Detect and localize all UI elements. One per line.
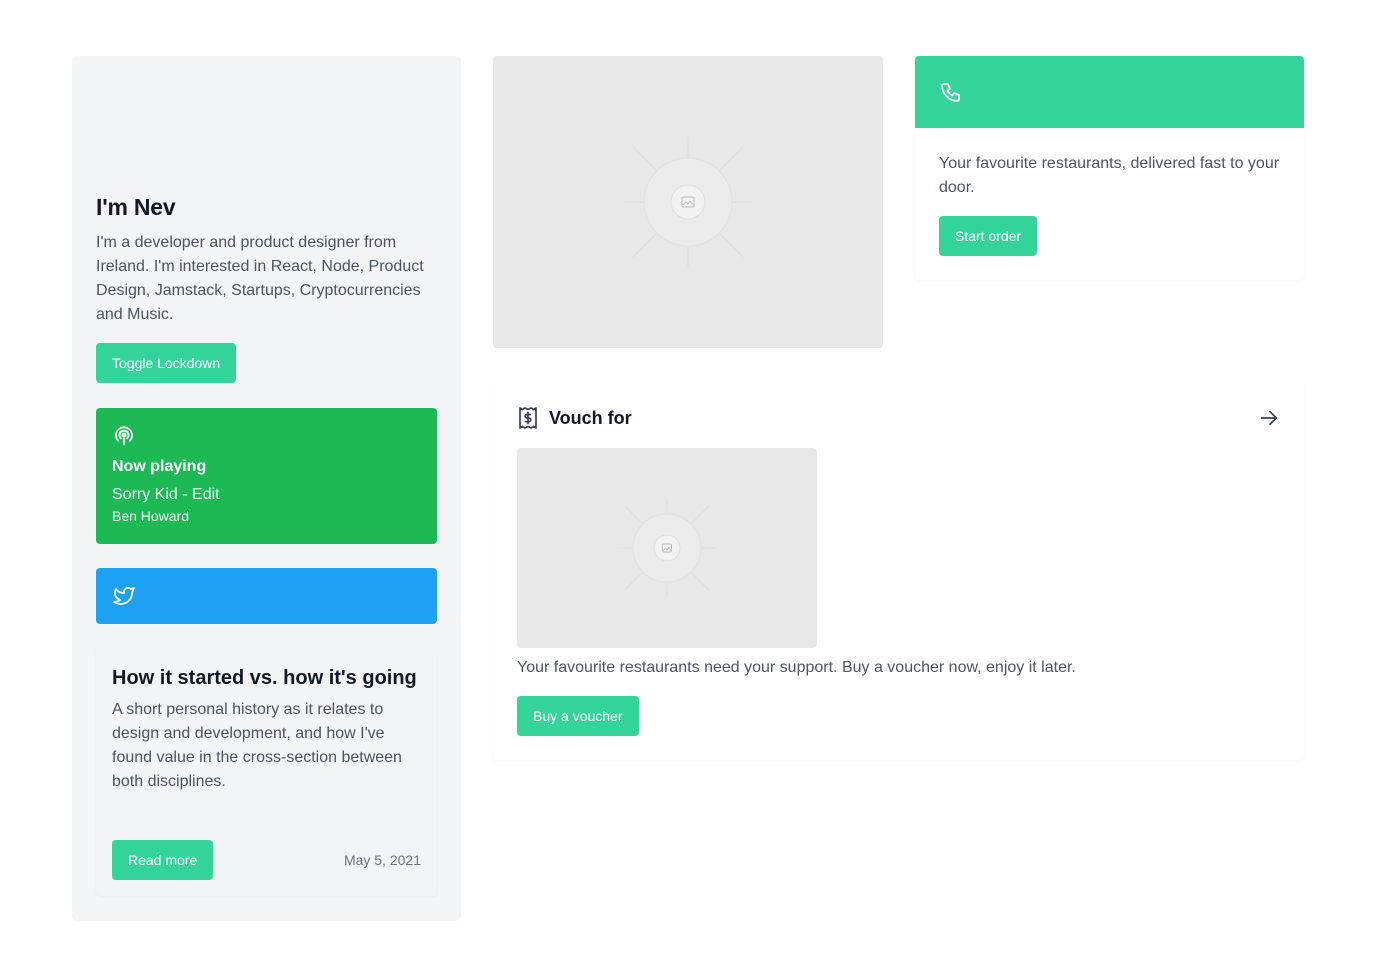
twitter-card[interactable] (96, 568, 437, 624)
start-order-button[interactable]: Start order (939, 216, 1038, 256)
post-date: May 5, 2021 (343, 852, 421, 868)
post-title: How it started vs. how it's going (112, 667, 417, 689)
post-excerpt: A short personal history as it relates t… (112, 701, 402, 790)
profile-bio: I'm a developer and product designer fro… (96, 234, 424, 323)
toggle-lockdown-button[interactable]: Toggle Lockdown (96, 343, 237, 383)
order-card-body: Your favourite restaurants, delivered fa… (915, 128, 1304, 280)
order-description: Your favourite restaurants, delivered fa… (939, 155, 1280, 196)
track-title: Sorry Kid - Edit (112, 486, 220, 503)
voucher-card: Vouch for Your favourite restaurants nee… (493, 380, 1304, 760)
arrow-right-icon[interactable] (1258, 407, 1280, 429)
now-playing-label: Now playing (112, 458, 207, 475)
twitter-icon (113, 587, 135, 605)
voucher-title-group: Vouch for (517, 406, 632, 430)
blog-post-card: How it started vs. how it's going A shor… (96, 648, 437, 896)
voucher-description: Your favourite restaurants need your sup… (517, 659, 1076, 676)
post-footer: Read more May 5, 2021 (112, 840, 421, 880)
intro-section: I'm Nev I'm a developer and product desi… (96, 192, 437, 383)
profile-heading: I'm Nev (96, 194, 176, 220)
podcast-icon (115, 426, 133, 446)
phone-icon (941, 83, 960, 102)
now-playing-card[interactable]: Now playing Sorry Kid - Edit Ben Howard (96, 408, 437, 544)
order-card-header (915, 56, 1304, 128)
voucher-header: Vouch for (517, 404, 1280, 432)
image-placeholder-icon (617, 498, 717, 598)
voucher-image-placeholder (517, 448, 817, 648)
buy-voucher-button[interactable]: Buy a voucher (517, 696, 639, 736)
read-more-button[interactable]: Read more (112, 840, 214, 880)
voucher-title: Vouch for (549, 407, 632, 428)
track-artist: Ben Howard (112, 508, 190, 524)
order-card: Your favourite restaurants, delivered fa… (915, 56, 1304, 280)
receipt-dollar-icon (519, 407, 537, 429)
profile-panel: I'm Nev I'm a developer and product desi… (72, 56, 461, 921)
image-placeholder-icon (623, 137, 753, 267)
image-placeholder-large (493, 56, 883, 348)
